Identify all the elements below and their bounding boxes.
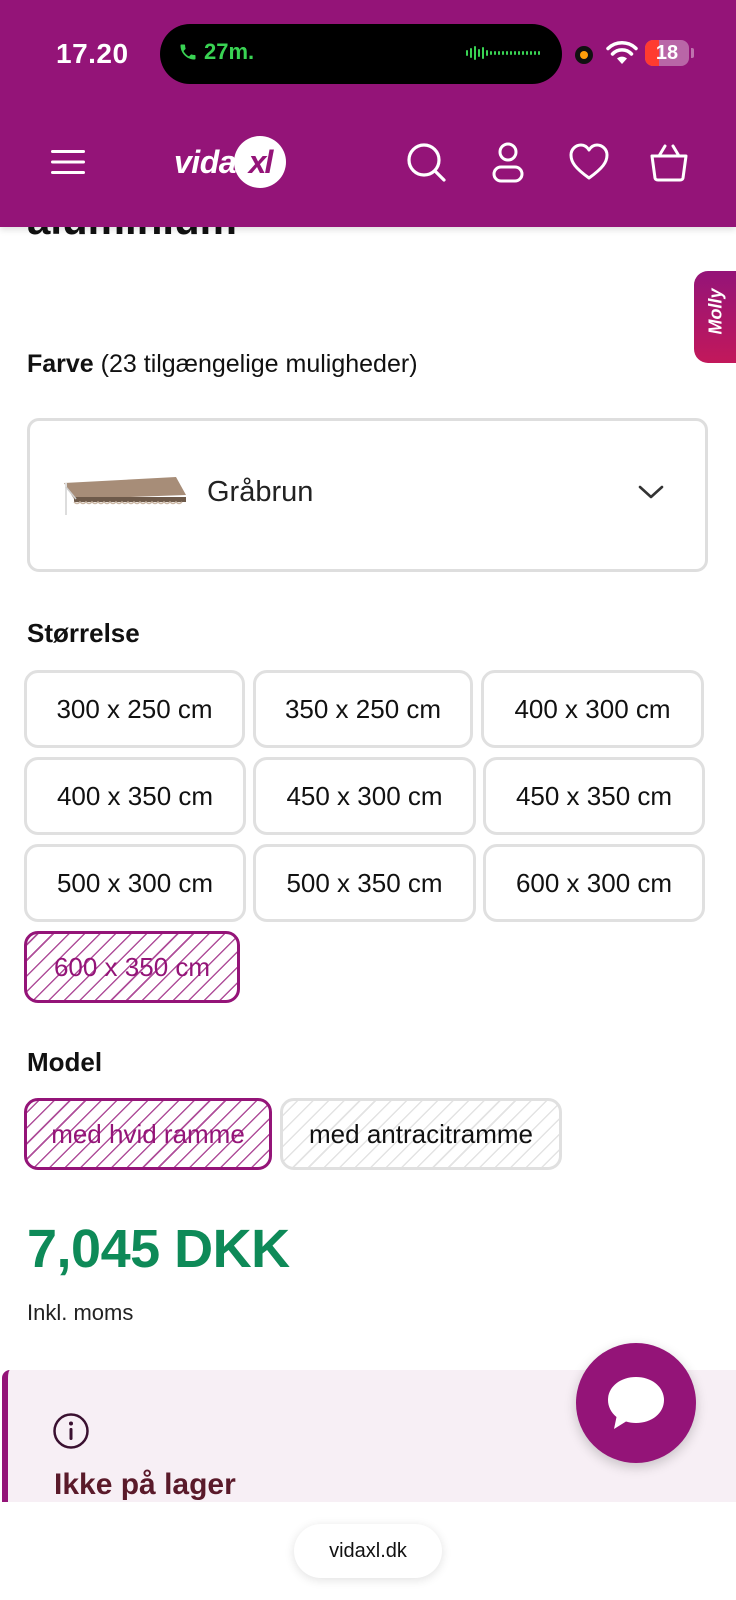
vidaxl-logo[interactable]: vida xl — [172, 136, 290, 190]
info-icon — [53, 1413, 89, 1449]
battery-level: 18 — [655, 42, 679, 64]
wifi-icon — [606, 41, 638, 64]
size-option[interactable]: 400 x 300 cm — [481, 670, 704, 748]
camera-indicator-icon — [575, 46, 593, 64]
size-option[interactable]: 350 x 250 cm — [253, 670, 473, 748]
battery-tip — [691, 48, 694, 58]
dynamic-island[interactable]: 27m. — [160, 24, 562, 84]
address-bar[interactable]: vidaxl.dk — [294, 1524, 442, 1578]
stock-status: Ikke på lager — [54, 1468, 236, 1501]
model-label: Model — [27, 1047, 103, 1077]
logo-word: vida — [174, 144, 237, 180]
chat-button[interactable] — [576, 1343, 696, 1463]
call-indicator: 27m. — [178, 39, 254, 65]
account-icon[interactable] — [486, 140, 530, 184]
audio-wave-icon — [466, 46, 540, 60]
size-option[interactable]: 500 x 300 cm — [24, 844, 246, 922]
battery-indicator: 18 — [645, 40, 689, 66]
awning-thumbnail-icon — [64, 477, 186, 515]
size-option[interactable]: 400 x 350 cm — [24, 757, 246, 835]
size-option[interactable]: 450 x 300 cm — [253, 757, 476, 835]
size-option-selected[interactable]: 600 x 350 cm — [24, 931, 240, 1003]
size-option[interactable]: 450 x 350 cm — [483, 757, 705, 835]
basket-icon[interactable] — [647, 140, 691, 184]
vat-note: Inkl. moms — [27, 1300, 134, 1325]
phone-icon — [180, 44, 196, 60]
heart-icon[interactable] — [567, 140, 611, 184]
model-option-selected[interactable]: med hvid ramme — [24, 1098, 272, 1170]
molly-label: Molly — [705, 288, 726, 335]
color-dropdown[interactable]: Gråbrun — [27, 418, 708, 572]
size-option[interactable]: 500 x 350 cm — [253, 844, 476, 922]
color-label: Farve (23 tilgængelige muligheder) — [27, 350, 418, 379]
color-label-title: Farve — [27, 350, 94, 378]
call-duration: 27m. — [204, 39, 255, 64]
color-count: (23 tilgængelige muligheder) — [100, 350, 418, 378]
model-option[interactable]: med antracitramme — [280, 1098, 562, 1170]
size-label: Størrelse — [27, 618, 140, 648]
chat-bubble-icon — [608, 1377, 664, 1429]
product-price: 7,045 DKK — [27, 1219, 290, 1279]
browser-bottom-bar: vidaxl.dk — [0, 1502, 736, 1600]
molly-assistant-tab[interactable]: Molly — [694, 271, 736, 363]
chevron-down-icon — [638, 485, 664, 499]
status-time: 17.20 — [56, 38, 129, 69]
logo-badge: xl — [234, 136, 286, 188]
size-option[interactable]: 600 x 300 cm — [483, 844, 705, 922]
selected-color: Gråbrun — [207, 476, 314, 508]
size-option[interactable]: 300 x 250 cm — [24, 670, 245, 748]
menu-icon[interactable] — [46, 140, 90, 184]
site-header: 17.20 27m. 18 vida xl — [0, 0, 736, 227]
search-icon[interactable] — [404, 140, 448, 184]
